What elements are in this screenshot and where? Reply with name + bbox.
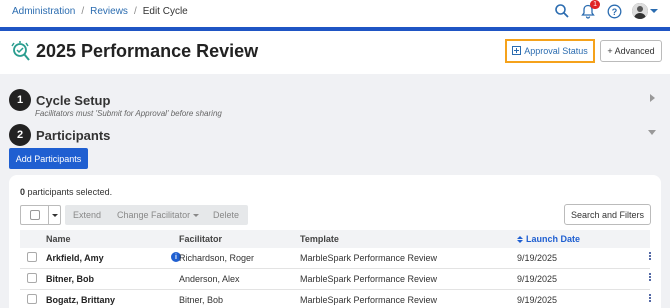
approval-status-label: Approval Status	[524, 46, 588, 56]
column-template[interactable]: Template	[300, 234, 339, 244]
table-row[interactable]: Bitner, Bob Anderson, Alex MarbleSpark P…	[20, 269, 651, 290]
bell-icon[interactable]: 1	[580, 0, 600, 19]
chevron-down-icon[interactable]	[648, 130, 656, 135]
top-icons: 1 ?	[554, 0, 658, 19]
table-row[interactable]: Arkfield, Amy i Richardson, Roger Marble…	[20, 248, 651, 269]
table-row[interactable]: Bogatz, Brittany Bitner, Bob MarbleSpark…	[20, 290, 651, 308]
top-navigation-bar: Administration / Reviews / Edit Cycle 1 …	[0, 0, 670, 27]
row-menu-icon[interactable]	[649, 273, 651, 281]
chevron-down-icon	[650, 9, 658, 13]
row-menu-icon[interactable]	[649, 294, 651, 302]
review-cycle-icon	[9, 40, 31, 62]
template-name: MarbleSpark Performance Review	[300, 274, 438, 284]
breadcrumb-separator: /	[133, 6, 137, 17]
search-icon[interactable]	[554, 3, 570, 19]
column-facilitator[interactable]: Facilitator	[179, 234, 222, 244]
template-name: MarbleSpark Performance Review	[300, 253, 438, 263]
select-all-checkbox[interactable]	[21, 206, 49, 224]
row-checkbox[interactable]	[27, 252, 37, 262]
breadcrumb: Administration / Reviews / Edit Cycle	[12, 6, 188, 17]
change-facilitator-label: Change Facilitator	[117, 210, 191, 220]
add-participants-button[interactable]: Add Participants	[9, 148, 88, 169]
participant-name[interactable]: Bogatz, Brittany	[46, 295, 115, 305]
launch-date: 9/19/2025	[517, 253, 558, 263]
participants-section[interactable]: 2 Participants	[9, 124, 110, 146]
advanced-button[interactable]: + Advanced	[600, 40, 662, 62]
search-and-filters-button[interactable]: Search and Filters	[564, 204, 651, 225]
avatar	[632, 3, 648, 19]
selected-suffix: participants selected.	[27, 187, 113, 197]
breadcrumb-current: Edit Cycle	[142, 6, 188, 17]
facilitator-name: Bitner, Bob	[179, 295, 224, 305]
step-number: 1	[9, 89, 31, 111]
launch-date: 9/19/2025	[517, 295, 558, 305]
row-menu-icon[interactable]	[649, 252, 651, 260]
facilitator-name: Richardson, Roger	[179, 253, 255, 263]
column-name[interactable]: Name	[46, 234, 71, 244]
bulk-actions: Extend Change Facilitator	[65, 205, 208, 225]
launch-date: 9/19/2025	[517, 274, 558, 284]
section-title: Cycle Setup	[36, 92, 111, 108]
approval-status-button[interactable]: Approval Status	[505, 39, 595, 63]
page-header: 2025 Performance Review Approval Status …	[0, 31, 670, 74]
change-facilitator-button[interactable]: Change Facilitator	[109, 205, 208, 225]
row-checkbox[interactable]	[27, 294, 37, 304]
column-launch-date[interactable]: Launch Date	[517, 234, 580, 244]
chevron-right-icon[interactable]	[650, 94, 655, 102]
column-launch-date-label: Launch Date	[526, 234, 581, 244]
user-menu[interactable]	[632, 3, 658, 19]
row-checkbox[interactable]	[27, 273, 37, 283]
chevron-down-icon[interactable]	[49, 206, 60, 224]
facilitator-name: Anderson, Alex	[179, 274, 240, 284]
cycle-setup-section[interactable]: 1 Cycle Setup	[9, 89, 110, 111]
section-title: Participants	[36, 127, 111, 143]
breadcrumb-separator: /	[81, 6, 85, 17]
extend-button[interactable]: Extend	[65, 205, 110, 225]
participants-card: 0 participants selected. Extend Change F…	[9, 175, 661, 308]
delete-button[interactable]: Delete	[204, 205, 249, 225]
participant-name[interactable]: Bitner, Bob	[46, 274, 94, 284]
breadcrumb-administration[interactable]: Administration	[12, 6, 75, 17]
chevron-down-icon	[193, 213, 200, 217]
participant-name[interactable]: Arkfield, Amy	[46, 253, 104, 263]
help-icon[interactable]: ?	[606, 3, 622, 19]
template-name: MarbleSpark Performance Review	[300, 295, 438, 305]
selected-count: 0	[20, 187, 26, 197]
table-header: Name Facilitator Template Launch Date	[20, 230, 650, 248]
sort-icon	[517, 235, 523, 243]
notification-badge: 1	[590, 0, 600, 9]
page-title: 2025 Performance Review	[36, 41, 259, 61]
bulk-select-dropdown[interactable]	[20, 205, 61, 225]
breadcrumb-reviews[interactable]: Reviews	[90, 6, 128, 17]
selection-summary: 0 participants selected.	[20, 187, 112, 197]
step-number: 2	[9, 124, 31, 146]
svg-text:?: ?	[611, 7, 617, 17]
approval-icon	[512, 45, 522, 57]
section-subtitle: Facilitators must 'Submit for Approval' …	[35, 109, 222, 118]
